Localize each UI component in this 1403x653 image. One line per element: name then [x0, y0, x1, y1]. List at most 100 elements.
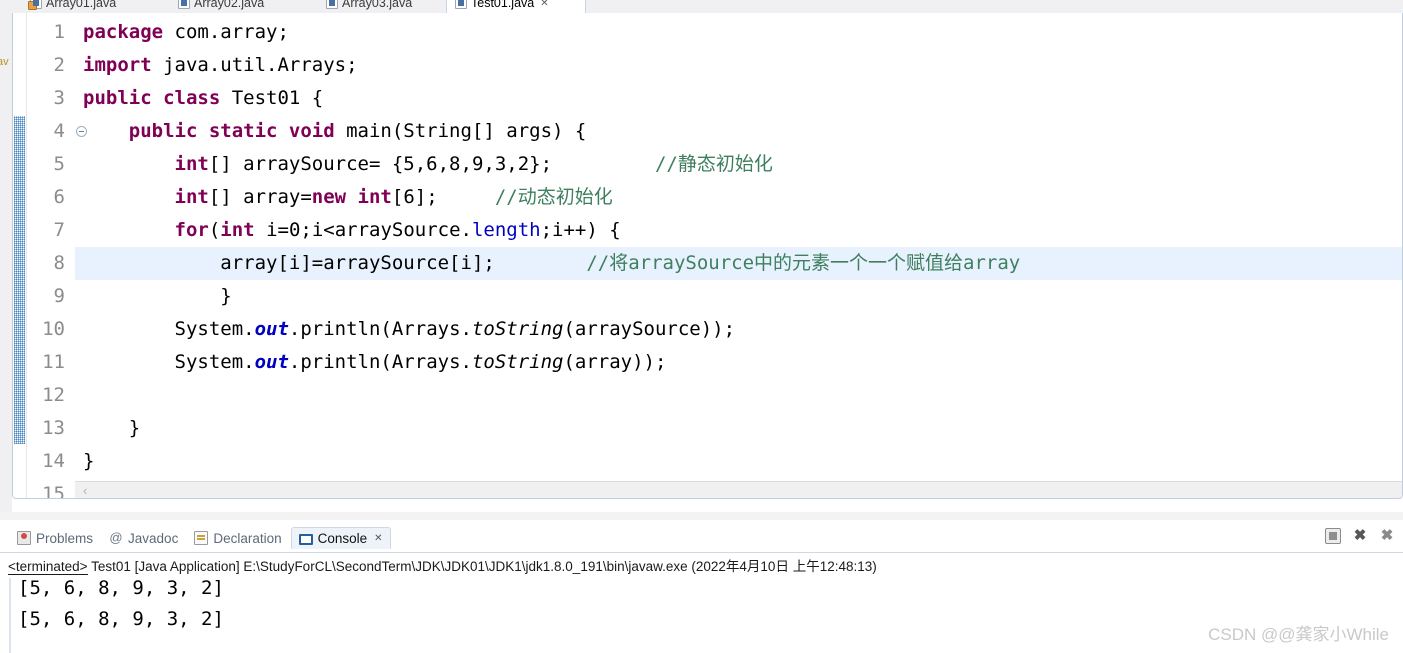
- editor-area: Array01.java Array02.java Array03.java Test…: [12, 0, 1403, 512]
- code-line-10: System.out.println(Arrays.toString(array…: [83, 313, 736, 346]
- code-token: length: [471, 219, 541, 241]
- console-output-area[interactable]: <terminated> Test01 [Java Application] E…: [0, 553, 1403, 653]
- view-tab-label: Console: [317, 531, 368, 546]
- view-tab-label: Declaration: [213, 530, 282, 546]
- line-number: 1: [53, 21, 65, 43]
- line-number: 7: [53, 219, 65, 241]
- view-tab-declaration[interactable]: Declaration: [187, 528, 288, 549]
- code-token: public class: [83, 87, 221, 109]
- bottom-view-tab-bar: Problems @ Javadoc Declaration Console ✕: [10, 526, 391, 550]
- code-line-4: public static void main(String[] args) {: [83, 115, 587, 148]
- java-file-icon: [326, 0, 338, 9]
- code-token: out: [254, 351, 289, 373]
- code-token: (arraySource));: [563, 318, 736, 340]
- code-token: System.: [174, 318, 255, 340]
- code-token: }: [83, 450, 95, 472]
- code-line-3: public class Test01 {: [83, 82, 323, 115]
- code-token: .println(Arrays.: [288, 351, 472, 373]
- code-text-area[interactable]: package com.array; import java.util.Array…: [75, 13, 1402, 498]
- console-icon: [298, 533, 313, 545]
- code-token: public static void: [128, 120, 335, 142]
- editor-tab-bar: Array01.java Array02.java Array03.java Test…: [12, 0, 1403, 14]
- line-number: 12: [42, 384, 65, 406]
- view-tab-javadoc[interactable]: @ Javadoc: [102, 528, 185, 549]
- code-token: java.util.Arrays;: [151, 54, 358, 76]
- code-token: new int: [311, 186, 392, 208]
- terminate-button[interactable]: [1325, 528, 1341, 544]
- line-number: 13: [42, 417, 65, 439]
- view-tab-problems[interactable]: Problems: [10, 528, 100, 549]
- left-view-strip-label: av: [0, 56, 9, 68]
- left-view-strip: av: [0, 0, 12, 512]
- code-token: out: [254, 318, 289, 340]
- code-token: int: [174, 186, 209, 208]
- code-line-7: for(int i=0;i<arraySource.length;i++) {: [83, 214, 621, 247]
- editor-tab-test01-java[interactable]: Test01.java ✕: [446, 0, 586, 14]
- close-icon[interactable]: ✕: [540, 0, 548, 9]
- javadoc-icon: @: [109, 530, 123, 545]
- console-output-line: [5, 6, 8, 9, 3, 2]: [18, 608, 224, 630]
- code-token: [] array=: [208, 186, 312, 208]
- line-number: 10: [42, 318, 65, 340]
- line-number: 3: [53, 87, 65, 109]
- clear-console-button[interactable]: ✖: [1352, 528, 1368, 544]
- code-token: Test01 {: [220, 87, 324, 109]
- scroll-left-arrow-icon[interactable]: ‹: [83, 483, 87, 498]
- code-token: int: [220, 219, 255, 241]
- code-line-6: int[] array=new int[6]; //动态初始化: [83, 181, 613, 214]
- line-number: 4: [53, 120, 65, 142]
- code-token: System.: [174, 351, 255, 373]
- code-token: .println(Arrays.: [288, 318, 472, 340]
- code-token: com.array;: [163, 21, 289, 43]
- console-left-rule: [9, 578, 11, 653]
- line-number: 9: [53, 285, 65, 307]
- code-line-13: }: [83, 412, 140, 445]
- code-token: (array));: [563, 351, 667, 373]
- code-line-11: System.out.println(Arrays.toString(array…: [83, 346, 667, 379]
- eclipse-ide-window: av Array01.java Array02.java Array03.java T…: [0, 0, 1403, 653]
- editor-tab-array03-java[interactable]: Array03.java: [318, 0, 446, 14]
- view-tab-label: Problems: [36, 530, 94, 546]
- editor-tab-array01-java[interactable]: Array01.java: [22, 0, 150, 14]
- java-file-icon: [178, 0, 190, 9]
- code-token: (: [208, 219, 221, 241]
- line-number: 15: [42, 483, 65, 499]
- view-tab-label: Javadoc: [128, 530, 179, 546]
- console-toolbar: ✖ ✖: [1325, 528, 1395, 544]
- view-tab-console[interactable]: Console ✕: [290, 527, 391, 549]
- console-launch-info: <terminated> Test01 [Java Application] E…: [8, 555, 877, 575]
- editor-tab-label: Array03.java: [342, 0, 413, 10]
- close-icon[interactable]: ✕: [374, 533, 382, 544]
- line-number: 6: [53, 186, 65, 208]
- line-number: 14: [42, 450, 65, 472]
- editor-tab-array02-java[interactable]: Array02.java: [170, 0, 298, 14]
- code-token: i=0;i<arraySource.: [254, 219, 472, 241]
- code-token: array[i]=arraySource[i];: [220, 252, 495, 274]
- editor-horizontal-scrollbar[interactable]: ‹: [75, 481, 1402, 498]
- code-token: import: [83, 54, 152, 76]
- code-token: //将arraySource中的元素一个一个赋值给array: [586, 252, 1021, 274]
- code-token: [6];: [391, 186, 438, 208]
- code-line-14: }: [83, 445, 94, 478]
- java-file-icon: [455, 0, 467, 9]
- editor-tab-label: Array01.java: [46, 0, 117, 10]
- line-number: 11: [42, 351, 65, 373]
- code-token: int: [174, 153, 209, 175]
- code-token: main(String[] args) {: [334, 120, 587, 142]
- declaration-icon: [194, 531, 209, 545]
- code-token: //静态初始化: [654, 153, 773, 175]
- remove-all-terminated-button[interactable]: ✖: [1379, 528, 1395, 544]
- code-token: for: [174, 219, 209, 241]
- line-number-gutter: 1 2 3 4 5 6 7 8 9 10 11 12 13 14 15: [27, 13, 87, 498]
- terminated-label: <terminated>: [8, 559, 88, 575]
- line-number: 8: [53, 252, 65, 274]
